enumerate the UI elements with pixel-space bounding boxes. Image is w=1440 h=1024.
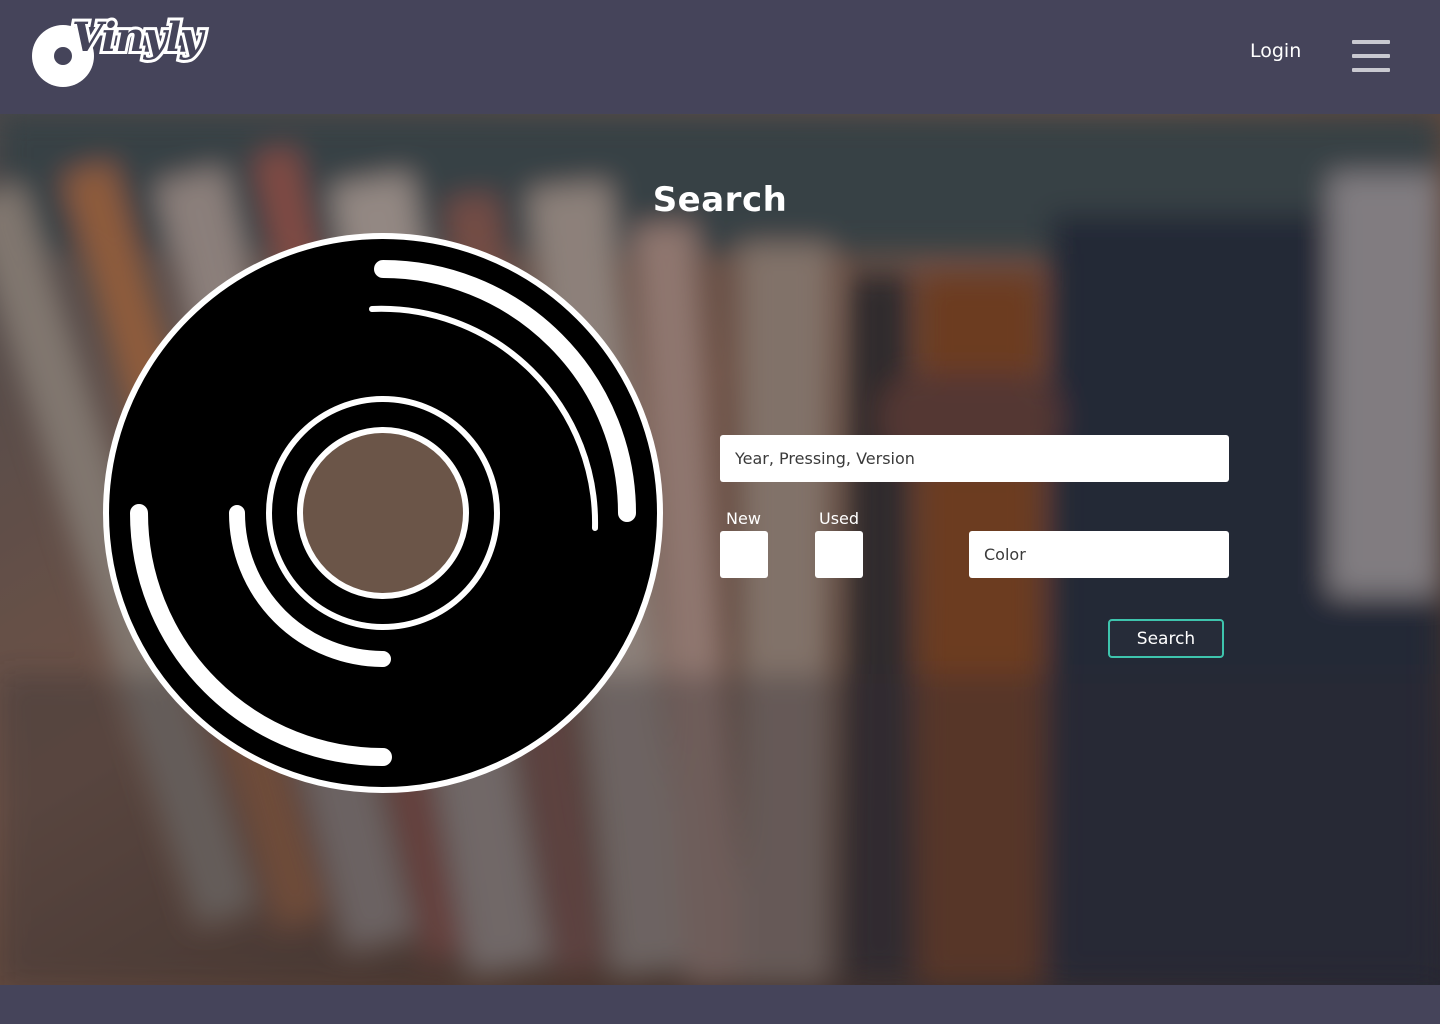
new-checkbox[interactable] — [720, 531, 768, 578]
used-label: Used — [819, 509, 860, 528]
vinyl-record-icon — [103, 233, 663, 793]
new-label: New — [726, 509, 761, 528]
search-button[interactable]: Search — [1108, 619, 1224, 658]
search-query-input[interactable] — [720, 435, 1229, 482]
site-footer — [0, 985, 1440, 1024]
site-header: Vinyly Login — [0, 0, 1440, 114]
logo-text: Vinyly — [69, 11, 206, 64]
used-checkbox[interactable] — [815, 531, 863, 578]
hamburger-menu-icon[interactable] — [1352, 40, 1390, 72]
page-title: Search — [652, 180, 788, 220]
login-link[interactable]: Login — [1250, 40, 1301, 62]
color-input[interactable] — [969, 531, 1229, 578]
